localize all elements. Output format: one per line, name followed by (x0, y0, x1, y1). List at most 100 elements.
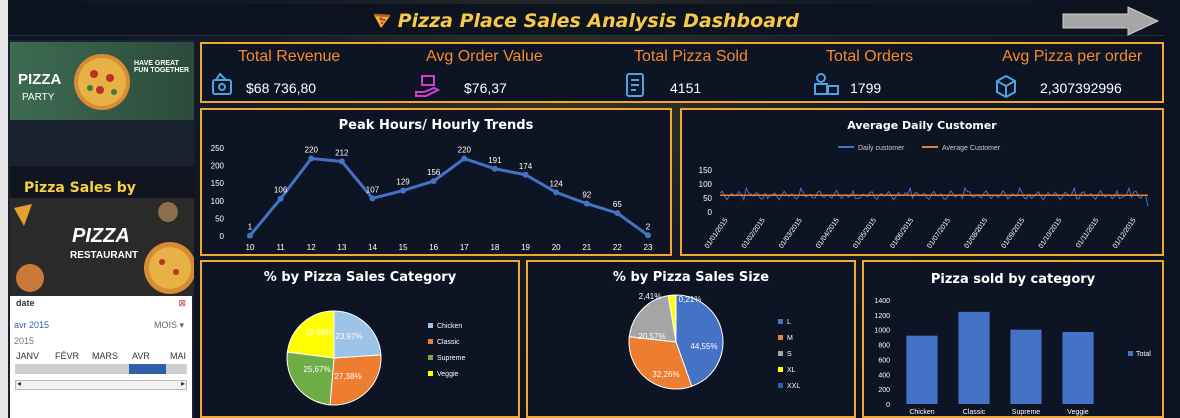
legend-label: Veggie (437, 371, 459, 378)
slice-label: 20,57% (638, 332, 665, 341)
y-tick-label: 100 (699, 180, 713, 189)
x-tick-label: 01/06/2015 (889, 217, 915, 250)
hourly-line-chart: 05010015020025010 11 12 13 14 15 16 17 18 19 20 21 2… (211, 144, 653, 252)
month-label[interactable]: AVR (132, 351, 150, 361)
legend-label: XL (787, 367, 796, 374)
y-tick-label: 150 (211, 179, 225, 188)
data-label: 191 (488, 156, 502, 165)
row-header-strip (0, 0, 8, 418)
y-tick-label: 1000 (874, 328, 890, 335)
data-point (430, 178, 437, 185)
data-label: 1 (248, 223, 253, 232)
month-label[interactable]: JANV (16, 351, 39, 361)
slice-label: 0,21% (679, 295, 702, 304)
kpi-value: 4151 (670, 80, 702, 96)
pizza-party-banner: PIZZA PARTY HAVE GREAT FUN TOGETHER (10, 42, 194, 120)
y-tick-label: 600 (878, 357, 890, 364)
data-label: 212 (335, 148, 349, 157)
x-tick-label: 01/09/2015 (1001, 217, 1027, 250)
bar (906, 335, 938, 404)
sidebar: PIZZA PARTY HAVE GREAT FUN TOGETHER Pizz… (8, 40, 194, 418)
data-point (461, 155, 468, 162)
slice-label: 32,26% (652, 370, 679, 379)
legend-label: Classic (437, 339, 460, 346)
y-tick-label: 400 (878, 372, 890, 379)
data-point (338, 158, 345, 165)
clear-filter-icon[interactable]: ⊠ (178, 298, 186, 309)
legend-swatch (1128, 351, 1133, 356)
month-label[interactable]: MAI (170, 351, 186, 361)
x-tick-label: 01/02/2015 (741, 217, 767, 250)
receipt-icon (626, 73, 644, 97)
y-tick-label: 0 (220, 232, 225, 241)
period-dropdown[interactable]: MOIS ▾ (154, 320, 184, 331)
data-label: 65 (613, 200, 622, 209)
y-tick-label: 50 (215, 214, 224, 223)
y-tick-label: 0 (708, 208, 713, 217)
y-tick-label: 800 (878, 343, 890, 350)
x-tick-label: 01/08/2015 (963, 217, 989, 250)
data-point (583, 200, 590, 207)
slice-label: 44,55% (690, 342, 717, 351)
next-arrow-button[interactable] (1062, 6, 1160, 40)
data-label: 124 (549, 179, 563, 188)
slicer-scrollbar[interactable]: ◂ ▸ (15, 379, 187, 390)
legend-label: M (787, 335, 793, 342)
slicer-field-label: date (16, 298, 35, 308)
slice-label: 27,38% (334, 372, 361, 381)
legend-label: Supreme (437, 355, 466, 362)
legend-label: S (787, 351, 792, 358)
data-label: 174 (519, 162, 533, 171)
pizza-restaurant-banner: PIZZA RESTAURANT (10, 198, 194, 296)
scroll-right-icon[interactable]: ▸ (181, 379, 185, 388)
month-label[interactable]: FÉVR (55, 351, 79, 361)
x-tick-label: 17 (460, 243, 469, 252)
month-label[interactable]: MARS (92, 351, 118, 361)
data-point (491, 165, 498, 172)
x-tick-label: 15 (399, 243, 408, 252)
legend-swatch (778, 383, 783, 388)
kpi-label: Avg Pizza per order (1002, 48, 1143, 65)
data-point (369, 195, 376, 202)
bar (1010, 329, 1042, 404)
money-icon (212, 72, 232, 95)
y-tick-label: 1400 (874, 298, 890, 305)
data-point (277, 195, 284, 202)
page-title: Pizza Place Sales Analysis Dashboard (8, 10, 1164, 32)
kpi-total-pizza-sold: Total Pizza Sold 4151 (626, 48, 804, 97)
x-tick-label: 20 (552, 243, 561, 252)
title-bar: Pizza Place Sales Analysis Dashboard (8, 4, 1164, 36)
bar (1062, 331, 1094, 404)
x-tick-label: Supreme (1012, 409, 1041, 416)
month-bar-track[interactable] (15, 364, 187, 374)
pie-slice (286, 351, 335, 406)
legend-swatch (778, 319, 783, 324)
x-tick-label: 01/01/2015 (704, 217, 730, 250)
legend-label: XXL (787, 383, 800, 390)
date-timeline-slicer[interactable]: date ⊠ avr 2015 MOIS ▾ 2015 JANV FÉVR MA… (10, 296, 192, 418)
x-tick-label: Classic (963, 409, 986, 416)
series-line (719, 186, 1149, 207)
size-pie-panel: % by Pizza Sales Size 44,55% 32,26% 20,57%… (526, 260, 856, 418)
category-pie-panel: % by Pizza Sales Category 23,97% 27,38% 25… (200, 260, 520, 418)
svg-text:PIZZA: PIZZA (72, 225, 130, 247)
data-point (400, 187, 407, 194)
legend-swatch (428, 355, 433, 360)
y-tick-label: 250 (211, 144, 225, 153)
box-icon (996, 74, 1016, 98)
bar (958, 311, 990, 404)
size-pie-chart: 44,55% 32,26% 20,57% 2,41% 0,21% L M S XL XXL (628, 292, 800, 390)
x-tick-label: 12 (307, 243, 316, 252)
y-tick-label: 50 (703, 194, 712, 203)
slice-label: 23,97% (335, 332, 362, 341)
x-tick-label: 18 (490, 243, 499, 252)
scroll-left-icon[interactable]: ◂ (17, 379, 21, 388)
legend-label: Total (1136, 351, 1151, 358)
x-tick-label: 01/12/2015 (1112, 217, 1138, 250)
data-point (308, 155, 315, 162)
x-tick-label: 14 (368, 243, 377, 252)
x-tick-label: 01/04/2015 (815, 217, 841, 250)
promo-tagline: HAVE GREAT FUN TOGETHER (134, 60, 190, 74)
selected-month-bar[interactable] (129, 364, 166, 374)
y-tick-label: 1200 (874, 313, 890, 320)
